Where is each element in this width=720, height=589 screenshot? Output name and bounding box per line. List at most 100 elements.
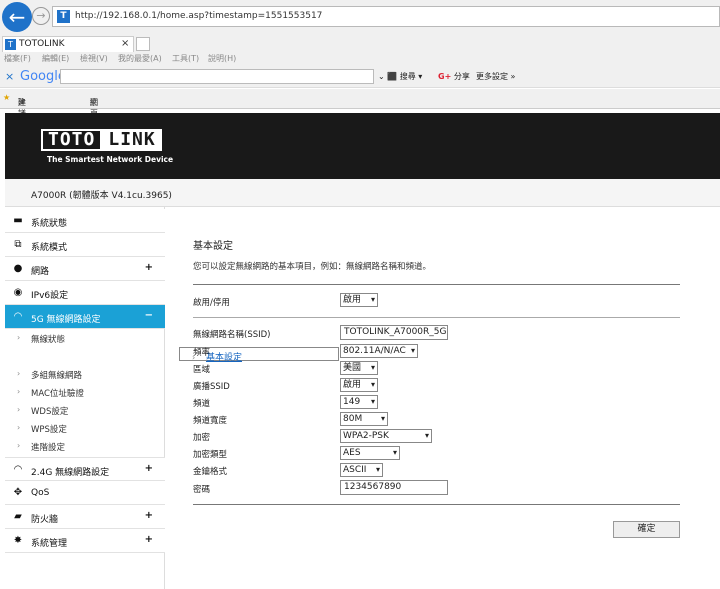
ok-button[interactable]: 確定	[613, 521, 680, 538]
channel-label: 頻道	[193, 399, 211, 409]
expand-icon: +	[144, 262, 153, 273]
menu-item-file[interactable]: 檔案(F)	[4, 53, 31, 64]
encryption-value: WPA2-PSK	[343, 431, 389, 441]
divider	[193, 317, 680, 318]
ssid-input[interactable]: TOTOLINK_A7000R_5G	[340, 325, 448, 340]
sidebar-item-network[interactable]: ● 網路 +	[5, 257, 165, 281]
band-label: 頻率	[193, 348, 211, 358]
expand-icon: +	[144, 463, 153, 474]
bullet-icon: ›	[17, 441, 21, 450]
sub-item-wireless-status[interactable]: › 無線狀態	[5, 329, 165, 347]
enable-select[interactable]: 啟用 ▾	[340, 293, 378, 307]
search-icon: ⬛	[387, 72, 398, 81]
sub-item-multiple-ssid[interactable]: › 多組無線網路	[5, 365, 165, 383]
bandwidth-value: 80M	[343, 414, 363, 424]
sub-item-wps[interactable]: › WPS設定	[5, 419, 165, 437]
bandwidth-select[interactable]: 80M ▾	[340, 412, 388, 426]
sidebar-item-qos[interactable]: ✥ QoS	[5, 481, 165, 505]
logo-right: LINK	[102, 129, 162, 151]
chevron-down-icon: ▾	[380, 414, 385, 423]
sidebar-item-status[interactable]: ▬ 系統狀態	[5, 209, 165, 233]
menu-item-help[interactable]: 說明(H)	[208, 53, 236, 64]
main-content: 基本設定 您可以設定無線網路的基本項目，例如：無線網路名稱和頻道。 啟用/停用 …	[166, 207, 720, 589]
sidebar-item-firewall[interactable]: ▰ 防火牆 +	[5, 505, 165, 529]
chevron-down-icon: ▾	[370, 363, 375, 372]
ssid-label: 無線網路名稱(SSID)	[193, 330, 271, 340]
sub-item-label: 多組無線網路	[31, 371, 83, 381]
enable-value: 啟用	[343, 295, 362, 305]
bullet-icon: ›	[17, 405, 21, 414]
lock-icon: ▰	[14, 511, 22, 522]
region-label: 區域	[193, 365, 211, 375]
bullet-icon: ›	[17, 423, 21, 432]
google-search-button[interactable]: ⌄ ⬛ 搜尋 ▾	[378, 71, 422, 82]
band-select[interactable]: 802.11A/N/AC ▾	[340, 344, 418, 358]
divider	[193, 284, 680, 285]
sub-item-mac-auth[interactable]: › MAC位址驗證	[5, 383, 165, 401]
sidebar-item-label: QoS	[31, 488, 50, 498]
back-arrow-icon[interactable]: ←	[2, 2, 32, 32]
menu-item-view[interactable]: 檢視(V)	[80, 53, 108, 64]
sub-item-label: WDS設定	[31, 407, 69, 417]
chevron-down-icon: ▾	[370, 380, 375, 389]
sidebar-item-label: 系統管理	[31, 539, 68, 549]
close-icon[interactable]: ×	[121, 38, 129, 49]
sub-item-label: MAC位址驗證	[31, 389, 84, 399]
bullet-icon: ›	[17, 369, 21, 378]
chevron-down-icon: ▾	[392, 448, 397, 457]
sidebar-item-system[interactable]: ✸ 系統管理 +	[5, 529, 165, 553]
band-value: 802.11A/N/AC	[343, 346, 406, 356]
password-input[interactable]: 1234567890	[340, 480, 448, 495]
sidebar-item-5g-wireless[interactable]: ◠ 5G 無線網路設定 −	[5, 305, 165, 329]
forward-arrow-icon[interactable]: →	[32, 7, 50, 25]
cipher-value: AES	[343, 448, 361, 458]
mode-icon: ⧉	[14, 239, 22, 250]
url-input[interactable]: T http://192.168.0.1/home.asp?timestamp=…	[52, 6, 720, 27]
encryption-label: 加密	[193, 433, 211, 443]
share-button[interactable]: G+ 分享	[438, 71, 470, 82]
key-format-select[interactable]: ASCII ▾	[340, 463, 383, 477]
search-label: 搜尋	[399, 72, 416, 81]
sidebar-item-24g-wireless[interactable]: ◠ 2.4G 無線網路設定 +	[5, 457, 165, 481]
url-text: http://192.168.0.1/home.asp?timestamp=15…	[75, 11, 323, 21]
password-label: 密碼	[193, 485, 211, 495]
broadcast-ssid-select[interactable]: 啟用 ▾	[340, 378, 378, 392]
menu-item-favorites[interactable]: 我的最愛(A)	[118, 53, 162, 64]
sidebar-item-label: 2.4G 無線網路設定	[31, 468, 110, 478]
site-favicon-icon: T	[57, 10, 70, 23]
page-title: 基本設定	[193, 241, 233, 252]
cipher-label: 加密類型	[193, 450, 228, 460]
region-select[interactable]: 美國 ▾	[340, 361, 378, 375]
menu-item-edit[interactable]: 編輯(E)	[42, 53, 69, 64]
gear-icon: ✸	[13, 535, 23, 546]
sidebar-item-ipv6[interactable]: ◉ IPv6設定	[5, 281, 165, 305]
monitor-icon: ▬	[13, 215, 23, 226]
new-tab-icon[interactable]	[136, 37, 150, 51]
sub-item-wds[interactable]: › WDS設定	[5, 401, 165, 419]
chevron-down-icon: ▾	[370, 397, 375, 406]
chevron-down-icon: ▾	[375, 465, 380, 474]
browser-address-bar: ← → T http://192.168.0.1/home.asp?timest…	[0, 0, 720, 36]
browser-tab[interactable]: T TOTOLINK ×	[2, 36, 134, 52]
sidebar-item-label: 系統狀態	[31, 219, 68, 229]
sidebar-item-mode[interactable]: ⧉ 系統模式	[5, 233, 165, 257]
tab-favicon-icon: T	[5, 39, 16, 50]
google-search-input[interactable]	[60, 69, 374, 84]
more-settings-button[interactable]: 更多設定 »	[476, 71, 515, 82]
channel-select[interactable]: 149 ▾	[340, 395, 378, 409]
google-logo: Google	[20, 69, 66, 84]
router-header: TOTO LINK The Smartest Network Device	[5, 113, 720, 179]
broadcast-ssid-label: 廣播SSID	[193, 382, 230, 392]
encryption-select[interactable]: WPA2-PSK ▾	[340, 429, 432, 443]
qos-icon: ✥	[13, 487, 23, 498]
close-toolbar-icon[interactable]: ×	[5, 70, 14, 83]
menu-item-tools[interactable]: 工具(T)	[172, 53, 199, 64]
page-description: 您可以設定無線網路的基本項目，例如：無線網路名稱和頻道。	[193, 262, 432, 272]
sidebar: ▬ 系統狀態 ⧉ 系統模式 ● 網路 + ◉ IPv6設定 ◠ 5G 無線網路設…	[5, 207, 339, 589]
region-value: 美國	[343, 363, 362, 373]
cipher-select[interactable]: AES ▾	[340, 446, 400, 460]
totolink-logo: TOTO LINK	[41, 129, 162, 151]
favorites-bar: ★ 🗎 建議的網站 ▾ 🗎 網頁快訊圖庫 ▾	[0, 89, 720, 172]
star-icon[interactable]: ★	[3, 93, 10, 102]
sub-item-advanced[interactable]: › 進階設定	[5, 437, 165, 455]
